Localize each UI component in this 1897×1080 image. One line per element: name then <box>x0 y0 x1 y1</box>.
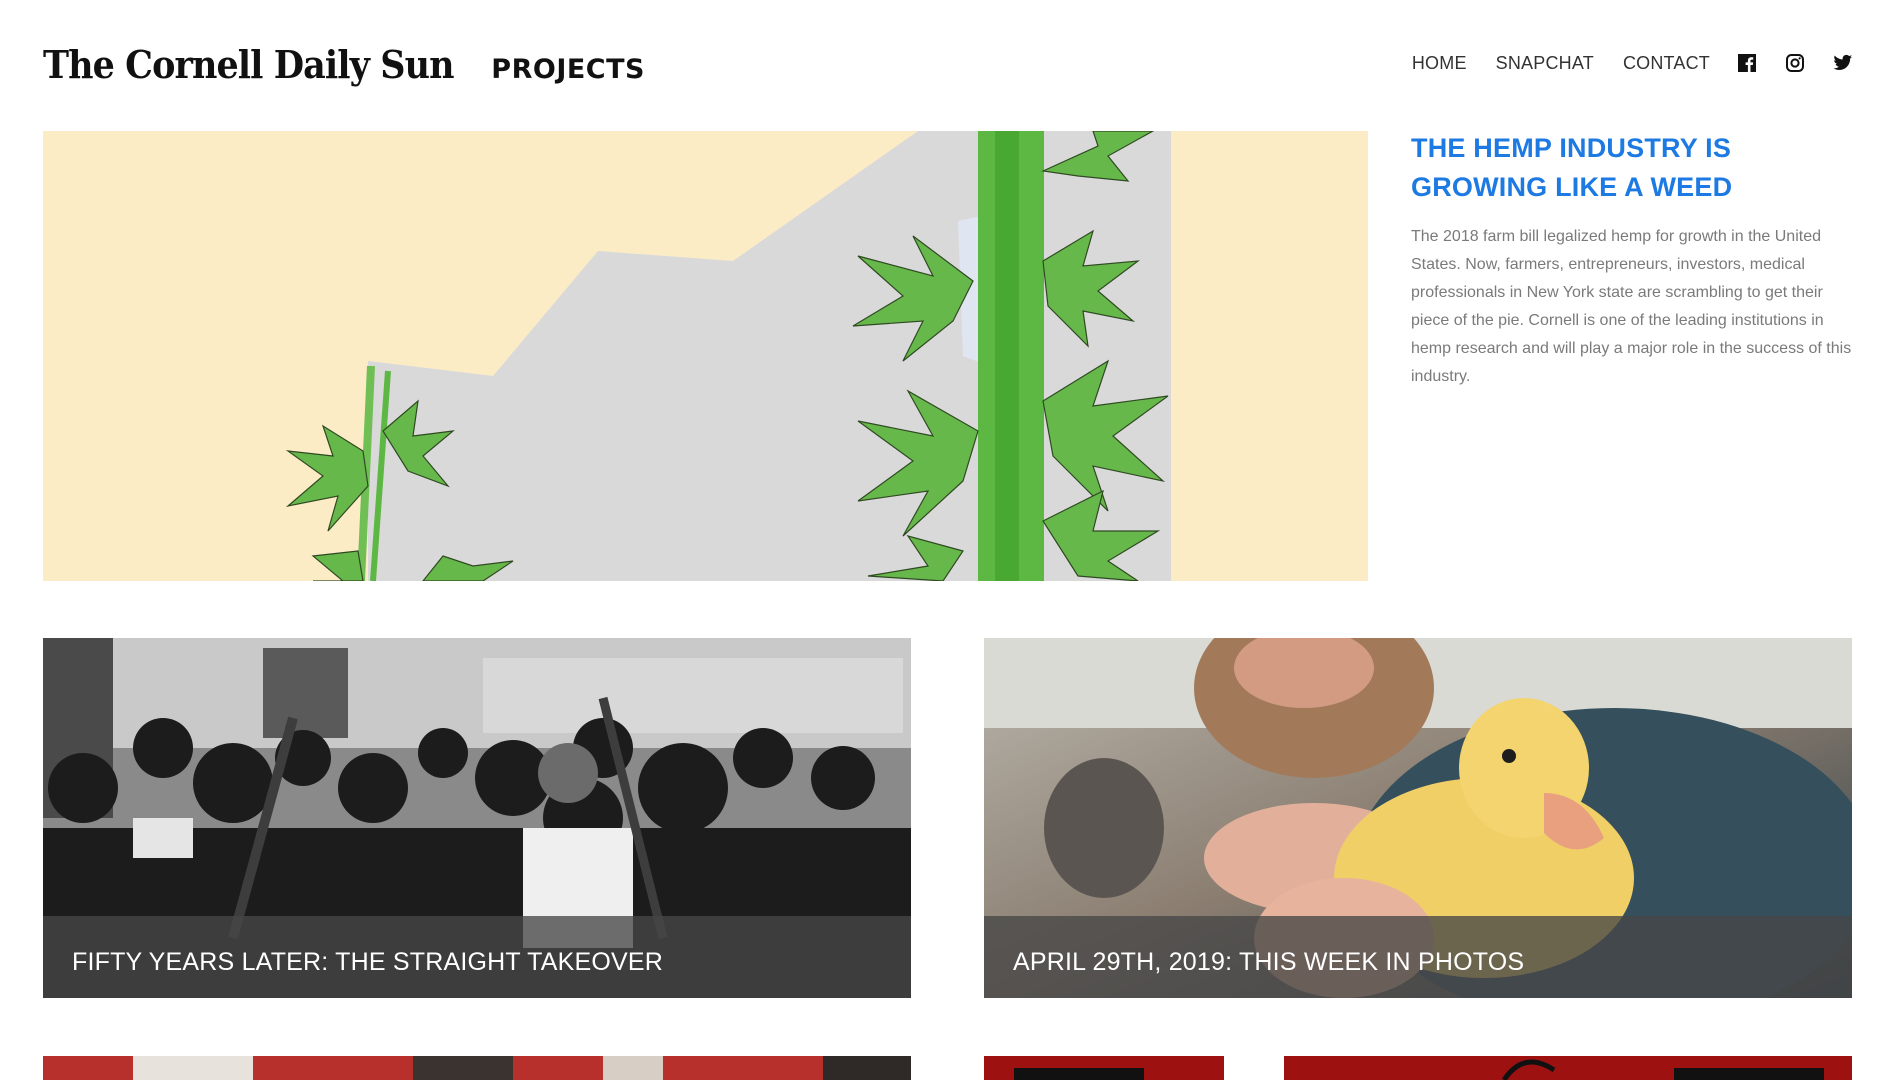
card-caption: FIFTY YEARS LATER: THE STRAIGHT TAKEOVER <box>43 916 911 998</box>
featured-description: The 2018 farm bill legalized hemp for gr… <box>1411 228 1852 385</box>
nav-home[interactable]: HOME <box>1412 53 1467 74</box>
site-header: The Cornell Daily Sun PROJECTS HOME SNAP… <box>43 40 1854 90</box>
card-caption: APRIL 29TH, 2019: THIS WEEK IN PHOTOS <box>984 916 1852 998</box>
nav-snapchat[interactable]: SNAPCHAT <box>1496 53 1594 74</box>
facebook-icon[interactable] <box>1736 52 1758 74</box>
card-image-partial-right <box>984 1056 1852 1080</box>
card-image-partial-left <box>43 1056 911 1080</box>
project-card-partial-left[interactable] <box>43 1056 911 1080</box>
featured-article: THE HEMP INDUSTRY IS GROWING LIKE A WEED… <box>1411 129 1856 391</box>
site-logo[interactable]: The Cornell Daily Sun <box>43 42 454 87</box>
featured-title[interactable]: THE HEMP INDUSTRY IS GROWING LIKE A WEED <box>1411 129 1856 207</box>
card-title[interactable]: FIFTY YEARS LATER: THE STRAIGHT TAKEOVER <box>72 948 663 976</box>
project-card-partial-right[interactable] <box>984 1056 1852 1080</box>
nav-contact[interactable]: CONTACT <box>1623 53 1710 74</box>
card-title[interactable]: APRIL 29TH, 2019: THIS WEEK IN PHOTOS <box>1013 948 1524 976</box>
twitter-icon[interactable] <box>1832 52 1854 74</box>
project-card-week-in-photos[interactable]: APRIL 29TH, 2019: THIS WEEK IN PHOTOS <box>984 638 1852 998</box>
main-nav: HOME SNAPCHAT CONTACT <box>1412 52 1854 74</box>
featured-image[interactable] <box>43 131 1368 581</box>
project-card-straight-takeover[interactable]: FIFTY YEARS LATER: THE STRAIGHT TAKEOVER <box>43 638 911 998</box>
section-label[interactable]: PROJECTS <box>491 54 645 85</box>
instagram-icon[interactable] <box>1784 52 1806 74</box>
site-brand[interactable]: The Cornell Daily Sun PROJECTS <box>43 42 645 87</box>
